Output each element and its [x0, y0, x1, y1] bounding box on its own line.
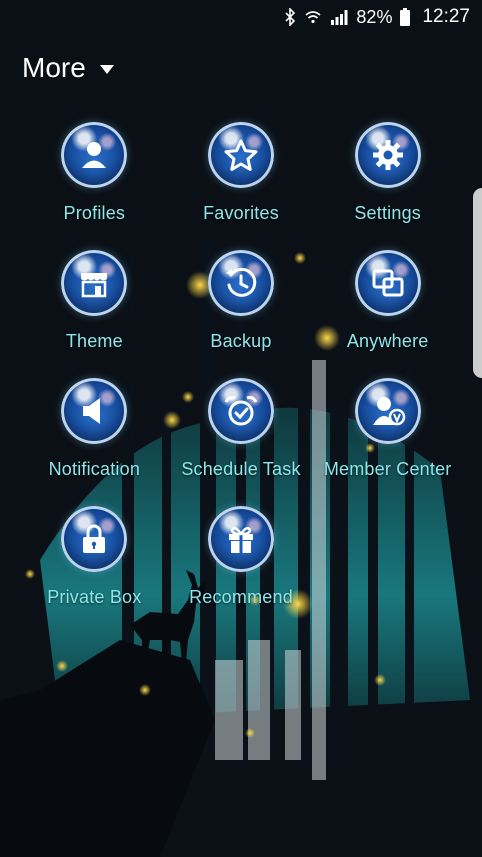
- more-dropdown[interactable]: More: [22, 52, 114, 84]
- star-icon: [207, 122, 274, 188]
- menu-item-label: Backup: [210, 331, 272, 351]
- battery-icon: [400, 8, 411, 26]
- menu-item-settings[interactable]: Settings: [314, 122, 461, 224]
- menu-grid: Profiles Favorites Settings Theme Backup…: [21, 122, 461, 608]
- menu-item-label: Recommend: [189, 587, 293, 607]
- speaker-icon: [61, 378, 128, 444]
- windows-icon: [354, 250, 421, 316]
- menu-item-label: Private Box: [47, 587, 142, 607]
- wifi-icon: [304, 8, 322, 26]
- menu-item-favorites[interactable]: Favorites: [168, 122, 315, 224]
- menu-item-member-center[interactable]: Member Center: [314, 378, 461, 480]
- store-icon: [61, 250, 128, 316]
- gift-icon: [207, 506, 274, 572]
- menu-item-label: Notification: [48, 459, 141, 479]
- lock-icon: [61, 506, 128, 572]
- menu-item-anywhere[interactable]: Anywhere: [314, 250, 461, 352]
- page-title: More: [22, 52, 86, 83]
- clock: 12:27: [422, 6, 470, 27]
- signal-icon: [330, 8, 348, 26]
- profile-icon: [61, 122, 128, 188]
- bluetooth-icon: [284, 8, 296, 26]
- backup-clock-icon: [207, 250, 274, 316]
- alarm-icon: [207, 378, 274, 444]
- menu-item-label: Schedule Task: [181, 459, 301, 479]
- status-bar: 82% 12:27: [0, 0, 482, 34]
- menu-item-label: Member Center: [323, 459, 452, 479]
- menu-item-notification[interactable]: Notification: [21, 378, 168, 480]
- battery-percentage: 82%: [356, 6, 393, 27]
- menu-item-recommend[interactable]: Recommend: [168, 506, 315, 608]
- edge-panel-handle[interactable]: [473, 188, 482, 378]
- member-icon: [354, 378, 421, 444]
- menu-item-label: Anywhere: [346, 331, 429, 351]
- menu-item-backup[interactable]: Backup: [168, 250, 315, 352]
- menu-item-profiles[interactable]: Profiles: [21, 122, 168, 224]
- menu-item-theme[interactable]: Theme: [21, 250, 168, 352]
- menu-item-schedule-task[interactable]: Schedule Task: [168, 378, 315, 480]
- menu-item-private-box[interactable]: Private Box: [21, 506, 168, 608]
- menu-item-label: Settings: [354, 203, 421, 223]
- menu-item-label: Favorites: [203, 203, 279, 223]
- gear-icon: [354, 122, 421, 188]
- menu-item-label: Theme: [65, 331, 123, 351]
- menu-item-label: Profiles: [63, 203, 126, 223]
- caret-down-icon: [99, 64, 114, 74]
